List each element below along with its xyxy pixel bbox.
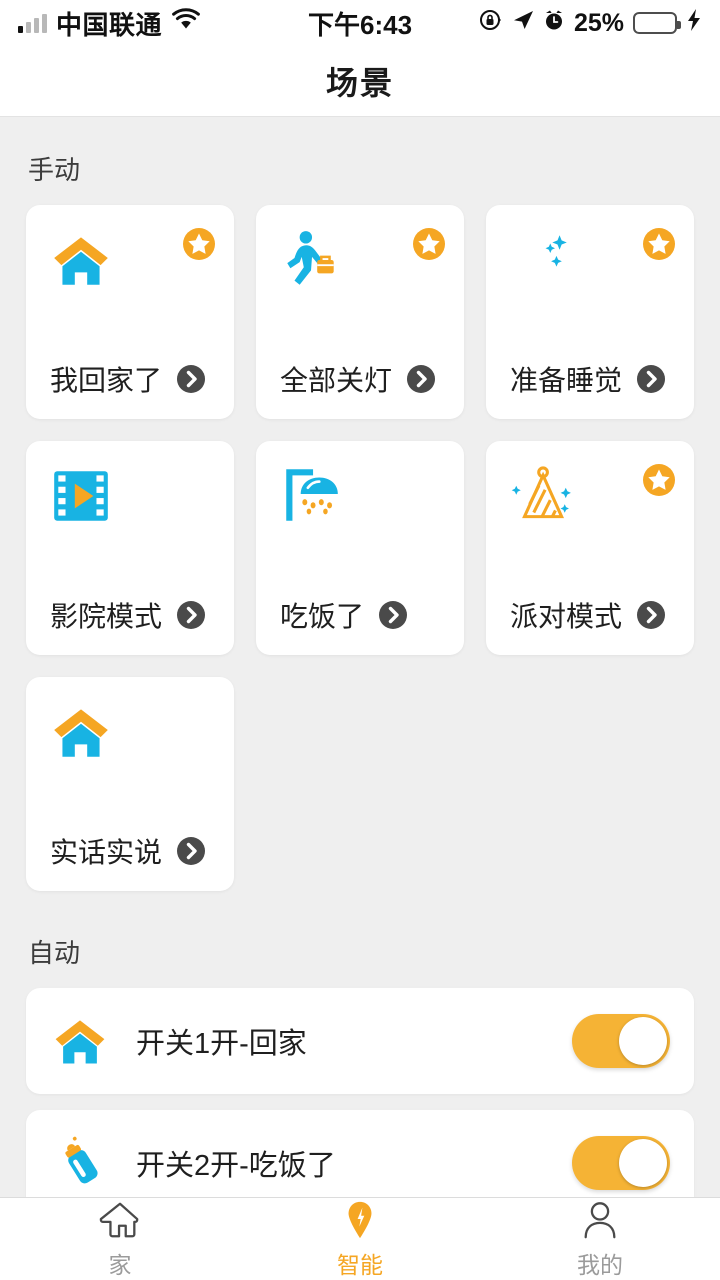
scene-name: 吃饭了 — [280, 601, 365, 632]
alarm-clock-icon — [543, 9, 565, 38]
scene-name: 影院模式 — [50, 601, 163, 632]
scene-card-label: 全部关灯 — [280, 359, 436, 399]
chevron-right-icon[interactable] — [378, 600, 408, 630]
automation-toggle[interactable] — [572, 1136, 670, 1190]
chevron-right-icon[interactable] — [636, 600, 666, 630]
tab-label: 我的 — [577, 1251, 623, 1278]
automation-list: 开关1开-回家 开关2开-吃饭了 — [0, 988, 720, 1197]
scene-card[interactable]: 我回家了 — [26, 205, 234, 419]
manual-section-title: 手动 — [28, 155, 81, 185]
chevron-right-icon[interactable] — [176, 364, 206, 394]
scene-card-label: 准备睡觉 — [510, 359, 666, 399]
person-outline-icon — [579, 1199, 621, 1241]
moon-stars-icon — [508, 227, 574, 293]
battery-icon — [633, 12, 682, 34]
film-play-icon — [48, 463, 114, 529]
smart-pin-icon — [339, 1199, 381, 1241]
app-screen: 中国联通 下午6:43 25% 场景 手动 我回家了 全部关灯 准备睡觉 影院模… — [0, 0, 720, 1280]
scene-card-label: 我回家了 — [50, 359, 206, 399]
status-bar-right: 25% — [412, 8, 702, 39]
automation-row[interactable]: 开关2开-吃饭了 — [26, 1110, 694, 1197]
scene-card-label: 影院模式 — [50, 595, 206, 635]
scene-card-label: 实话实说 — [50, 831, 206, 871]
rotation-lock-icon — [479, 8, 503, 39]
home-outline-icon — [99, 1199, 141, 1241]
automation-name: 开关2开-吃饭了 — [136, 1150, 336, 1182]
battery-percent-label: 25% — [573, 8, 625, 37]
status-bar-left: 中国联通 — [18, 5, 308, 42]
chevron-right-icon[interactable] — [176, 836, 206, 866]
signal-strength-icon — [18, 13, 47, 33]
scene-name: 实话实说 — [50, 837, 163, 868]
location-arrow-icon — [512, 9, 534, 38]
tab-bar: 家 智能 我的 — [0, 1197, 720, 1280]
scroll-content[interactable]: 手动 我回家了 全部关灯 准备睡觉 影院模式 吃饭了 派对模式 实话实说 自动 … — [0, 117, 720, 1197]
star-badge-icon[interactable] — [642, 227, 676, 261]
tab-item-smart-pin[interactable]: 智能 — [240, 1198, 480, 1280]
scene-card[interactable]: 实话实说 — [26, 677, 234, 891]
lightning-bolt-icon — [686, 8, 702, 39]
leaving-home-person-icon — [278, 227, 344, 293]
tab-label: 家 — [108, 1251, 132, 1278]
toggle-knob — [619, 1139, 667, 1187]
chevron-right-icon[interactable] — [176, 600, 206, 630]
scene-card-label: 吃饭了 — [280, 595, 408, 635]
star-badge-icon[interactable] — [642, 463, 676, 497]
status-bar-center: 下午6:43 — [308, 5, 412, 42]
scene-name: 全部关灯 — [280, 365, 393, 396]
status-bar: 中国联通 下午6:43 25% — [0, 0, 720, 46]
chevron-right-icon[interactable] — [636, 364, 666, 394]
clock-time: 下午6:43 — [307, 9, 413, 40]
home-icon — [48, 227, 114, 293]
chevron-right-icon[interactable] — [406, 364, 436, 394]
star-badge-icon[interactable] — [412, 227, 446, 261]
manual-scene-grid: 我回家了 全部关灯 准备睡觉 影院模式 吃饭了 派对模式 实话实说 — [0, 205, 720, 891]
scene-card[interactable]: 影院模式 — [26, 441, 234, 655]
automation-toggle[interactable] — [572, 1014, 670, 1068]
carrier-name: 中国联通 — [56, 9, 163, 40]
scene-card[interactable]: 全部关灯 — [256, 205, 464, 419]
baby-bottle-icon — [50, 1133, 110, 1193]
home-icon — [50, 1011, 110, 1071]
auto-section-title: 自动 — [28, 938, 81, 968]
scene-card[interactable]: 吃饭了 — [256, 441, 464, 655]
scene-name: 准备睡觉 — [510, 365, 623, 396]
scene-card[interactable]: 派对模式 — [486, 441, 694, 655]
party-hat-icon — [508, 463, 574, 529]
scene-name: 派对模式 — [510, 601, 623, 632]
nav-bar: 场景 — [0, 46, 720, 117]
tab-item-home-outline[interactable]: 家 — [0, 1198, 240, 1280]
home-icon — [48, 699, 114, 765]
scene-name: 我回家了 — [50, 365, 163, 396]
tab-item-person-outline[interactable]: 我的 — [480, 1198, 720, 1280]
tab-label: 智能 — [337, 1251, 383, 1278]
shower-icon — [278, 463, 344, 529]
toggle-knob — [619, 1017, 667, 1065]
page-title: 场景 — [325, 65, 394, 101]
automation-name: 开关1开-回家 — [136, 1028, 307, 1060]
scene-card-label: 派对模式 — [510, 595, 666, 635]
automation-row[interactable]: 开关1开-回家 — [26, 988, 694, 1094]
scene-card[interactable]: 准备睡觉 — [486, 205, 694, 419]
star-badge-icon[interactable] — [182, 227, 216, 261]
wifi-icon — [171, 7, 201, 39]
